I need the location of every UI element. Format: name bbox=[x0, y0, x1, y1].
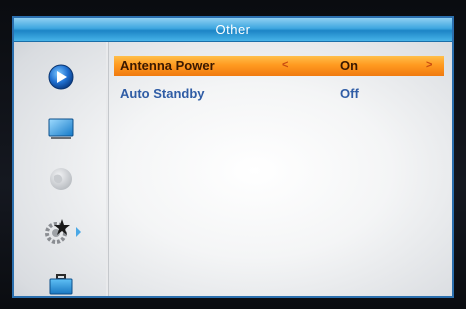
menu-item-antenna-power[interactable]: Antenna Power < On > bbox=[114, 56, 444, 76]
play-icon[interactable] bbox=[44, 62, 78, 92]
menu-screen: Other Antenna Power < On > Auto Standby … bbox=[12, 16, 454, 298]
settings-gear-icon[interactable] bbox=[40, 217, 86, 247]
title-bar: Other bbox=[14, 18, 452, 42]
menu-item-auto-standby[interactable]: Auto Standby Off bbox=[114, 84, 444, 104]
left-arrow-icon[interactable]: < bbox=[282, 59, 288, 71]
sidebar bbox=[14, 42, 108, 296]
globe-icon[interactable] bbox=[44, 164, 78, 194]
tv-screen-icon[interactable] bbox=[44, 114, 78, 144]
page-title: Other bbox=[215, 22, 251, 37]
auto-standby-value: Off bbox=[340, 86, 359, 101]
antenna-power-value: On bbox=[340, 58, 359, 73]
antenna-power-label: Antenna Power bbox=[120, 58, 215, 73]
right-arrow-icon[interactable]: > bbox=[426, 59, 432, 71]
auto-standby-label: Auto Standby bbox=[120, 86, 205, 101]
toolbox-icon[interactable] bbox=[44, 270, 78, 296]
